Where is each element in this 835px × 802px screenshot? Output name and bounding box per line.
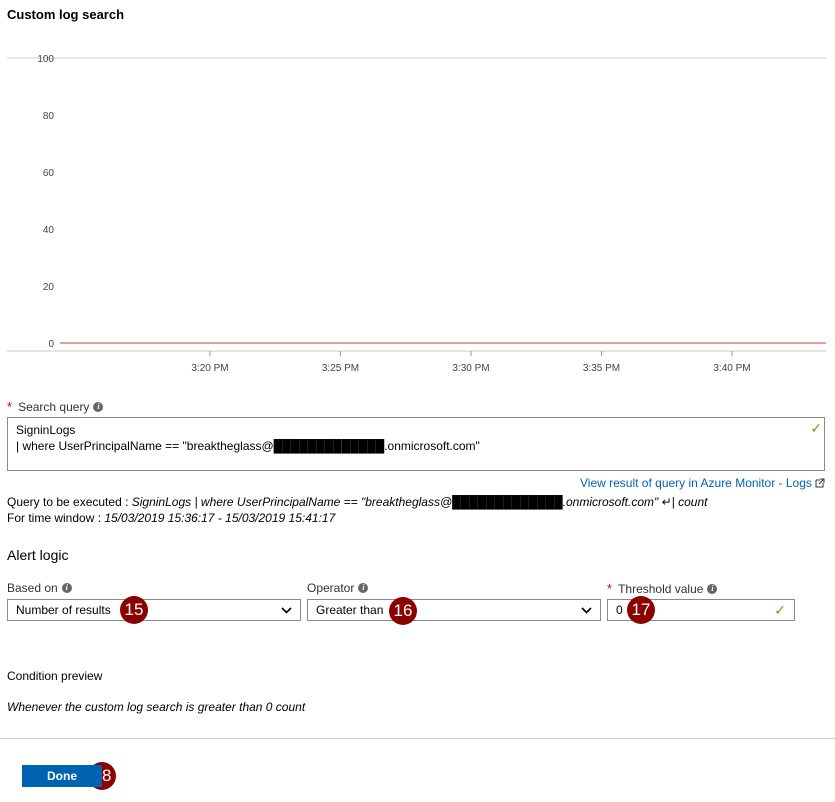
query-line-2: | where UserPrincipalName == "breakthegl…: [16, 439, 480, 453]
based-on-label: Based on: [7, 581, 58, 595]
info-icon: i: [61, 583, 72, 593]
y-tick-label: 40: [43, 225, 55, 236]
threshold-label: Threshold value: [618, 581, 704, 596]
view-result-link-row: View result of query in Azure Monitor - …: [580, 476, 825, 490]
query-exec-value: SigninLogs | where UserPrincipalName == …: [131, 495, 708, 509]
search-query-label: Search query: [18, 399, 90, 414]
query-exec-label: Query to be executed :: [7, 495, 129, 509]
info-icon: i: [707, 583, 718, 594]
x-tick-label: 3:35 PM: [583, 363, 620, 374]
operator-label: Operator: [307, 581, 355, 595]
view-result-link[interactable]: View result of query in Azure Monitor - …: [580, 476, 812, 490]
chart-svg: 100 80 60 40 20 0 3:20 PM 3:25 PM 3:30 PM 3:35 PM…: [7, 54, 826, 374]
operator-select[interactable]: Greater than: [307, 599, 601, 621]
time-window-value: 15/03/2019 15:36:17 - 15/03/2019 15:41:1…: [104, 511, 336, 525]
condition-preview-text: Whenever the custom log search is greate…: [7, 700, 306, 714]
y-tick-label: 100: [37, 54, 54, 65]
x-tick-label: 3:20 PM: [191, 363, 228, 374]
x-tick-label: 3:40 PM: [713, 363, 750, 374]
result-chart: 100 80 60 40 20 0 3:20 PM 3:25 PM 3:30 PM 3:35 PM…: [0, 50, 835, 380]
annotation-badge-17: 17: [627, 596, 655, 624]
x-tick-label: 3:30 PM: [452, 363, 489, 374]
threshold-value: 0: [616, 603, 623, 617]
page-title: Custom log search: [7, 7, 125, 22]
query-line-1: SigninLogs: [16, 423, 76, 437]
threshold-label-row: * Threshold value i: [607, 581, 718, 596]
done-button[interactable]: Done: [22, 765, 102, 787]
info-icon: i: [358, 583, 369, 593]
info-icon: i: [93, 401, 104, 412]
external-link-icon: [815, 478, 825, 488]
y-tick-label: 20: [43, 282, 55, 293]
condition-preview-label: Condition preview: [7, 669, 103, 683]
annotation-badge-16: 16: [389, 597, 417, 625]
y-tick-label: 80: [43, 111, 55, 122]
required-mark: *: [7, 399, 13, 414]
query-to-execute: Query to be executed : SigninLogs | wher…: [7, 494, 707, 510]
chevron-down-icon: [581, 603, 592, 617]
alert-logic-heading: Alert logic: [7, 547, 69, 563]
y-tick-label: 60: [43, 168, 55, 179]
time-window: For time window : 15/03/2019 15:36:17 - …: [7, 510, 335, 526]
time-window-label: For time window :: [7, 511, 102, 525]
search-query-input[interactable]: SigninLogs | where UserPrincipalName == …: [7, 417, 825, 471]
based-on-value: Number of results: [16, 603, 111, 617]
operator-label-row: Operator i: [307, 581, 369, 595]
required-mark: *: [607, 581, 613, 596]
checkmark-icon: ✓: [810, 420, 822, 436]
based-on-select[interactable]: Number of results: [7, 599, 301, 621]
checkmark-icon: ✓: [774, 601, 786, 618]
annotation-badge-15: 15: [120, 596, 148, 624]
footer-divider: [0, 738, 835, 739]
operator-value: Greater than: [316, 603, 384, 617]
y-tick-label: 0: [48, 339, 54, 350]
chevron-down-icon: [281, 603, 292, 617]
search-query-label-row: * Search query i: [7, 399, 104, 414]
x-tick-label: 3:25 PM: [322, 363, 359, 374]
based-on-label-row: Based on i: [7, 581, 72, 595]
